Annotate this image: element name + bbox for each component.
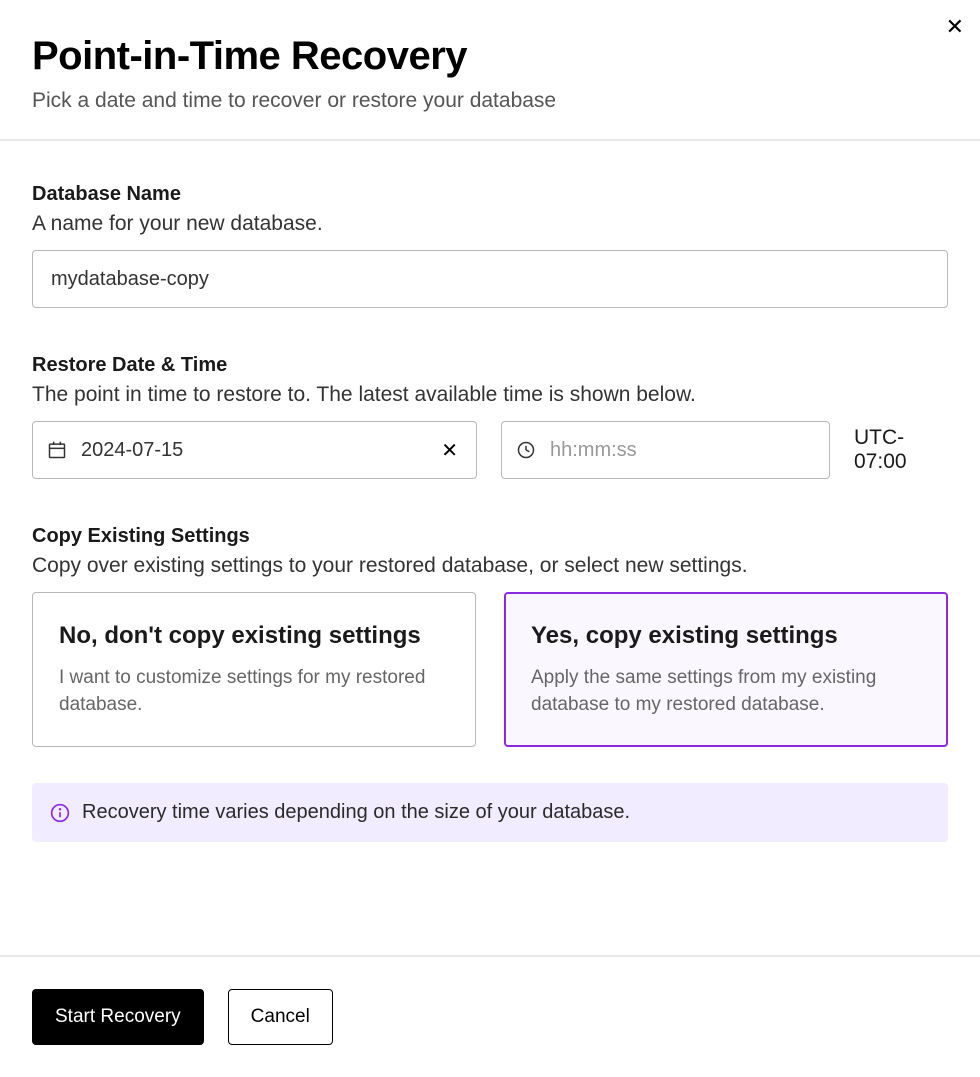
info-text: Recovery time varies depending on the si… xyxy=(82,801,630,824)
clock-icon xyxy=(516,440,536,460)
option-no-desc: I want to customize settings for my rest… xyxy=(59,665,449,718)
copy-settings-options: No, don't copy existing settings I want … xyxy=(32,592,948,747)
close-icon: ✕ xyxy=(441,440,458,462)
option-yes-title: Yes, copy existing settings xyxy=(531,621,921,651)
cancel-button[interactable]: Cancel xyxy=(228,989,333,1045)
time-input[interactable] xyxy=(536,439,815,462)
copy-settings-section: Copy Existing Settings Copy over existin… xyxy=(32,525,948,747)
time-input-wrapper[interactable] xyxy=(501,421,830,479)
copy-settings-label: Copy Existing Settings xyxy=(32,525,948,548)
info-icon xyxy=(50,803,70,823)
option-yes-copy[interactable]: Yes, copy existing settings Apply the sa… xyxy=(504,592,948,747)
option-no-copy[interactable]: No, don't copy existing settings I want … xyxy=(32,592,476,747)
dbname-desc: A name for your new database. xyxy=(32,212,948,236)
option-yes-desc: Apply the same settings from my existing… xyxy=(531,665,921,718)
dbname-label: Database Name xyxy=(32,183,948,206)
modal-header: Point-in-Time Recovery Pick a date and t… xyxy=(0,0,980,141)
timezone-label: UTC-07:00 xyxy=(854,426,948,474)
date-input[interactable] xyxy=(67,439,437,462)
start-recovery-button[interactable]: Start Recovery xyxy=(32,989,204,1045)
dbname-section: Database Name A name for your new databa… xyxy=(32,183,948,308)
option-no-title: No, don't copy existing settings xyxy=(59,621,449,651)
date-input-wrapper[interactable]: ✕ xyxy=(32,421,477,479)
dbname-input[interactable] xyxy=(32,250,948,308)
datetime-desc: The point in time to restore to. The lat… xyxy=(32,383,948,407)
close-button[interactable]: ✕ xyxy=(946,16,964,38)
datetime-section: Restore Date & Time The point in time to… xyxy=(32,354,948,479)
modal-footer: Start Recovery Cancel xyxy=(0,955,980,1077)
page-subtitle: Pick a date and time to recover or resto… xyxy=(32,89,948,113)
page-title: Point-in-Time Recovery xyxy=(32,34,948,79)
copy-settings-desc: Copy over existing settings to your rest… xyxy=(32,554,948,578)
clear-date-button[interactable]: ✕ xyxy=(437,434,462,467)
datetime-row: ✕ UTC-07:00 xyxy=(32,421,948,479)
calendar-icon xyxy=(47,440,67,460)
close-icon: ✕ xyxy=(946,14,964,39)
recovery-modal: ✕ Point-in-Time Recovery Pick a date and… xyxy=(0,0,980,1077)
datetime-label: Restore Date & Time xyxy=(32,354,948,377)
modal-content: Database Name A name for your new databa… xyxy=(0,141,980,955)
info-banner: Recovery time varies depending on the si… xyxy=(32,783,948,842)
